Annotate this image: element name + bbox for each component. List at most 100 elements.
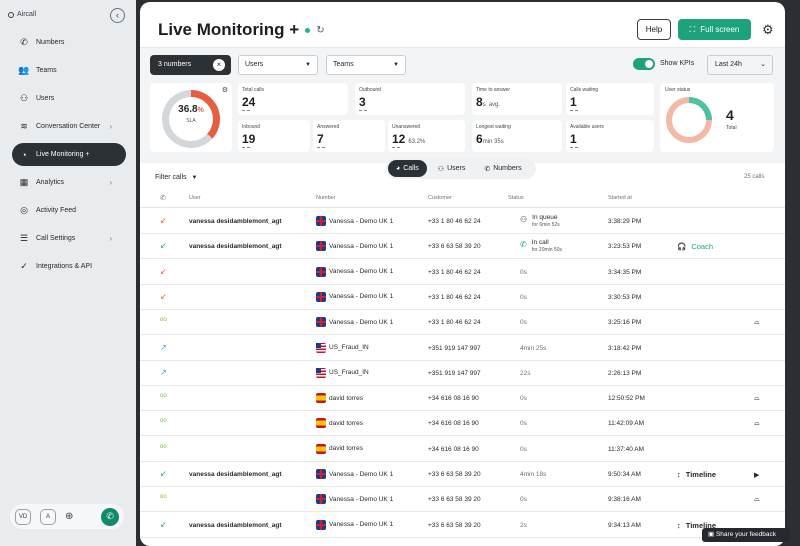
- voicemail-icon[interactable]: ⌓: [754, 420, 760, 428]
- row-started-at: 3:30:53 PM: [608, 293, 642, 301]
- numbers-filter-chip[interactable]: 3 numbers ×: [150, 55, 231, 75]
- sidebar: Aircall ‹ ✆ Numbers 👥 Teams ⚇ Users ≋ Conversat…: [0, 0, 136, 546]
- phone-app-button[interactable]: ✆: [101, 507, 119, 526]
- tab-numbers[interactable]: ✆ Numbers: [476, 160, 529, 177]
- brand-logo: Aircall: [8, 11, 36, 18]
- row-started-at: 11:37:40 AM: [608, 445, 645, 453]
- users-select[interactable]: Users ▼: [238, 55, 318, 75]
- show-kpis-label: Show KPIs: [660, 60, 695, 67]
- missed-call-icon: ↙: [160, 266, 167, 276]
- table-row[interactable]: ↗ US_Fraud_IN +351 919 147 997 22s 2:26:13 P…: [140, 361, 785, 386]
- clear-numbers-filter-icon[interactable]: ×: [213, 59, 225, 71]
- call-settings-icon: ☰: [19, 233, 29, 243]
- status-sub: for 20min 50s: [531, 247, 562, 254]
- globe-icon[interactable]: ⊕: [65, 511, 73, 522]
- users-icon: ⚇: [19, 93, 29, 103]
- play-icon[interactable]: ▶: [754, 471, 759, 479]
- column-user[interactable]: User: [189, 195, 201, 201]
- table-row[interactable]: ↙ vanessa desidamblemont_agt Vanessa - Dem…: [140, 462, 785, 487]
- outgoing-call-icon: ↗: [160, 342, 167, 352]
- row-number-label: Vanessa - Demo UK 1: [329, 521, 394, 529]
- phone-icon: ✆: [484, 165, 491, 173]
- fullscreen-icon: ⛶: [689, 24, 696, 34]
- sidebar-item-numbers[interactable]: ✆ Numbers: [12, 31, 126, 54]
- row-number: david torres: [316, 443, 363, 454]
- voicemail-icon: oo: [160, 317, 167, 324]
- page-header: Live Monitoring + ↻: [158, 20, 325, 40]
- voicemail-icon[interactable]: ⌓: [754, 496, 760, 504]
- flag-uk-icon: [316, 317, 326, 328]
- help-button[interactable]: Help: [637, 19, 671, 40]
- sidebar-item-live-monitoring[interactable]: ◔ Live Monitoring +: [12, 143, 126, 166]
- sidebar-item-analytics[interactable]: ▦ Analytics ›: [12, 171, 126, 194]
- table-row[interactable]: oo Vanessa - Demo UK 1 +33 1 80 46 62 24 0s…: [140, 310, 785, 336]
- tab-users[interactable]: ⚇ Users: [430, 160, 474, 177]
- filter-calls-button[interactable]: Filter calls ▼: [155, 174, 197, 181]
- voicemail-icon[interactable]: ⌓: [754, 395, 760, 403]
- timeline-icon: ↕: [677, 520, 681, 530]
- sidebar-item-conversation-center[interactable]: ≋ Conversation Center ›: [12, 115, 126, 138]
- voicemail-icon[interactable]: ⌓: [754, 319, 760, 327]
- row-number-label: david torres: [329, 445, 363, 453]
- answered-call-icon: ↙: [160, 469, 167, 478]
- kpi-time-to-answer: Time to answer 8s avg.: [472, 83, 562, 115]
- table-row[interactable]: ↙ vanessa desidamblemont_agt Vanessa - Dem…: [140, 513, 785, 538]
- table-row[interactable]: oo david torres +34 616 08 16 90 0s 12:50:52…: [140, 386, 785, 412]
- flag-uk-icon: [316, 519, 326, 530]
- sidebar-item-teams[interactable]: 👥 Teams: [12, 59, 126, 82]
- table-row[interactable]: oo david torres +34 616 08 16 90 0s 11:37:40…: [140, 437, 785, 462]
- row-user: vanessa desidamblemont_agt: [189, 218, 282, 225]
- row-status: 0s: [520, 420, 527, 428]
- tab-label: Numbers: [493, 165, 522, 172]
- flag-uk-icon: [316, 241, 326, 252]
- coach-button[interactable]: 🎧 Coach: [677, 242, 713, 251]
- flag-es-icon: [316, 418, 326, 429]
- table-row[interactable]: ↗ US_Fraud_IN +351 919 147 997 4min 25s 3:18…: [140, 336, 785, 361]
- column-started-at[interactable]: Started at: [608, 195, 632, 201]
- refresh-icon[interactable]: ↻: [316, 25, 324, 36]
- row-number: david torres: [316, 418, 363, 429]
- sidebar-item-label: Users: [36, 95, 55, 102]
- share-feedback-button[interactable]: ▣ Share your feedback: [702, 528, 790, 542]
- row-customer: +33 1 80 46 62 24: [428, 319, 481, 327]
- sidebar-item-integrations-api[interactable]: ✓ Integrations & API: [12, 255, 126, 278]
- row-number-label: Vanessa - Demo UK 1: [329, 217, 394, 225]
- table-row[interactable]: oo Vanessa - Demo UK 1 +33 6 63 58 39 20 0s…: [140, 487, 785, 513]
- timeline-button[interactable]: ↕ Timeline: [677, 470, 716, 479]
- view-tabs: ◕ Calls ⚇ Users ✆ Numbers: [386, 158, 536, 179]
- table-row[interactable]: oo david torres +34 616 08 16 90 0s 11:42:09…: [140, 411, 785, 437]
- kpi-total-calls: Total calls 24: [238, 83, 348, 115]
- tab-calls[interactable]: ◕ Calls: [388, 160, 427, 177]
- sidebar-item-call-settings[interactable]: ☰ Call Settings ›: [12, 227, 126, 250]
- sidebar-item-users[interactable]: ⚇ Users: [12, 87, 126, 110]
- sidebar-item-label: Integrations & API: [36, 263, 93, 270]
- sidebar-item-activity-feed[interactable]: ◎ Activity Feed: [12, 199, 126, 222]
- flag-us-icon: [316, 367, 326, 378]
- full-screen-button[interactable]: ⛶ Full screen: [678, 19, 751, 40]
- avatar[interactable]: VD: [15, 508, 31, 525]
- table-row[interactable]: ↙ Vanessa - Demo UK 1 +33 1 80 46 62 24 0s 3…: [140, 285, 785, 310]
- row-number: Vanessa - Demo UK 1: [316, 519, 394, 530]
- collapse-sidebar-button[interactable]: ‹: [110, 8, 125, 23]
- row-status: 0s: [520, 496, 527, 504]
- table-row[interactable]: ↙ vanessa desidamblemont_agt Vanessa - Dem…: [140, 234, 785, 260]
- kpi-underline: [570, 147, 578, 148]
- column-number[interactable]: Number: [316, 195, 336, 201]
- tab-label: Calls: [403, 165, 419, 172]
- column-customer[interactable]: Customer: [428, 195, 452, 201]
- row-customer: +351 919 147 997: [428, 369, 481, 377]
- period-select[interactable]: Last 24h ⌄: [707, 55, 773, 75]
- show-kpis-toggle[interactable]: [633, 58, 655, 70]
- gear-icon[interactable]: ⚙: [222, 86, 228, 94]
- table-row[interactable]: ↙ vanessa desidamblemont_agt Vanessa - Dem…: [140, 209, 785, 234]
- availability-status-button[interactable]: A: [40, 508, 56, 525]
- chevron-down-icon: ▼: [393, 62, 399, 68]
- table-row[interactable]: ↙ Vanessa - Demo UK 1 +33 1 80 46 62 24 0s 3…: [140, 260, 785, 285]
- flag-uk-icon: [316, 494, 326, 505]
- row-user: vanessa desidamblemont_agt: [189, 521, 282, 529]
- chevron-down-icon: ▼: [305, 62, 311, 68]
- teams-select[interactable]: Teams ▼: [326, 55, 406, 75]
- row-number-label: Vanessa - Demo UK 1: [329, 470, 394, 478]
- gear-icon[interactable]: ⚙: [762, 22, 774, 38]
- column-status[interactable]: Status: [508, 195, 524, 201]
